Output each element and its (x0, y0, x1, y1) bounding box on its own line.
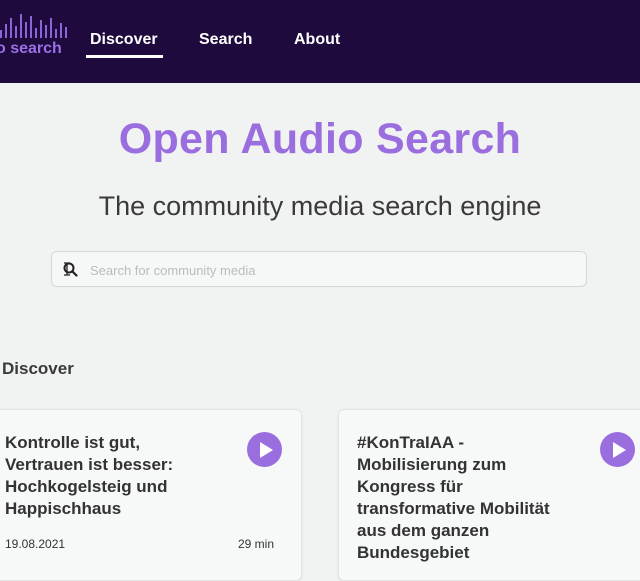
episode-title[interactable]: Kontrolle ist gut, Vertrauen ist besser:… (5, 432, 215, 520)
episode-card[interactable]: #KonTraIAA - Mobilisierung zum Kongress … (338, 409, 640, 581)
logo[interactable]: o search (0, 12, 67, 60)
logo-text: o search (0, 40, 62, 57)
nav-about[interactable]: About (294, 31, 340, 49)
episode-date: 19.08.2021 (5, 537, 66, 551)
page-title: Open Audio Search (118, 115, 522, 163)
search-input[interactable] (88, 252, 572, 288)
play-icon[interactable] (247, 432, 282, 467)
page-subtitle: The community media search engine (98, 191, 542, 221)
play-icon[interactable] (600, 432, 635, 467)
text-cursor-icon (64, 262, 70, 276)
nav-active-underline (86, 55, 163, 58)
audio-waveform-icon (0, 12, 67, 38)
episode-card[interactable]: Kontrolle ist gut, Vertrauen ist besser:… (0, 409, 302, 581)
discover-heading: Discover (2, 359, 74, 378)
search-bar[interactable] (51, 251, 587, 288)
nav-search[interactable]: Search (199, 31, 252, 49)
episode-title[interactable]: #KonTraIAA - Mobilisierung zum Kongress … (357, 432, 567, 564)
top-navbar: o search Discover Search About (0, 0, 640, 83)
nav-discover[interactable]: Discover (90, 31, 158, 49)
episode-duration: 29 min (238, 537, 275, 551)
